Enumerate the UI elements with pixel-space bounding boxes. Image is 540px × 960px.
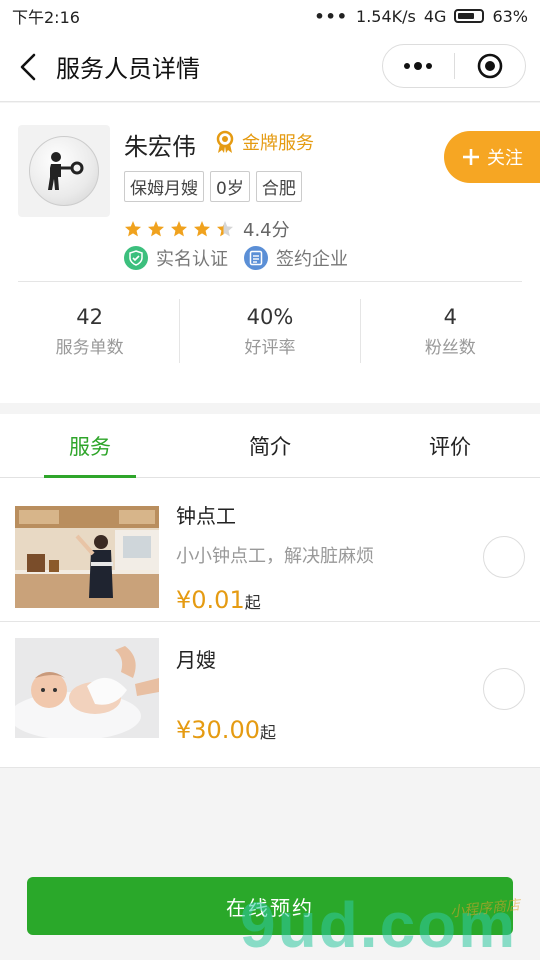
divider — [18, 281, 522, 282]
rating-stars — [124, 220, 234, 238]
cert-contract-company: 签约企业 — [244, 245, 348, 271]
target-circle-icon — [477, 53, 503, 79]
back-arrow-icon — [20, 53, 36, 80]
tag-age: 0岁 — [210, 171, 250, 202]
service-image-maternity — [15, 638, 159, 738]
stat-fans: 4 粉丝数 — [359, 299, 540, 363]
price-unit-maternity: 起 — [259, 723, 276, 742]
gold-service-badge: 金牌服务 — [214, 129, 314, 155]
service-price-maternity: ¥30.00起 — [176, 716, 276, 744]
follow-button[interactable]: 关注 — [444, 131, 540, 183]
rating-score: 4.4分 — [243, 220, 290, 241]
tag-category: 保姆月嫂 — [124, 171, 204, 202]
tab-services[interactable]: 服务 — [0, 414, 180, 478]
service-title-maternity: 月嫂 — [176, 648, 216, 672]
status-time: 下午2:16 — [12, 8, 80, 27]
stat-orders-label: 服务单数 — [55, 337, 124, 358]
more-dots-icon — [404, 62, 433, 70]
worker-tags: 保姆月嫂 0岁 合肥 — [124, 171, 302, 202]
battery-icon — [454, 9, 485, 23]
certifications: 实名认证 签约企业 — [124, 245, 348, 271]
status-indicators: ••• 1.54K/s 4G 63% — [314, 7, 528, 26]
stat-orders-value: 42 — [76, 304, 104, 329]
network-speed: 1.54K/s — [356, 6, 416, 26]
stat-positive-rate-value: 40% — [246, 304, 294, 329]
price-value-maternity: ¥30.00 — [176, 716, 260, 744]
miniprogram-capsule — [382, 44, 526, 88]
cert-contract-company-label: 签约企业 — [276, 249, 348, 270]
service-item-maternity[interactable]: 月嫂 ¥30.00起 — [0, 622, 540, 768]
price-value-hourly: ¥0.01 — [176, 586, 245, 614]
select-radio-maternity[interactable] — [483, 668, 525, 710]
tab-reviews[interactable]: 评价 — [360, 414, 540, 477]
tag-city: 合肥 — [255, 171, 302, 202]
service-price-hourly: ¥0.01起 — [176, 586, 261, 614]
medal-icon — [216, 130, 234, 153]
select-radio-hourly[interactable] — [483, 536, 525, 578]
document-icon — [244, 246, 268, 270]
cert-real-name: 实名认证 — [124, 245, 228, 271]
notification-dots-icon: ••• — [314, 6, 349, 26]
avatar-key-person-icon — [29, 136, 99, 206]
close-miniprogram-button[interactable] — [455, 45, 526, 87]
page-title: 服务人员详情 — [56, 55, 200, 83]
stat-fans-label: 粉丝数 — [424, 337, 476, 358]
star-icon — [171, 221, 187, 237]
follow-label: 关注 — [487, 148, 523, 169]
network-type: 4G — [423, 6, 447, 26]
avatar — [18, 125, 110, 217]
tab-intro[interactable]: 简介 — [180, 414, 360, 477]
service-image-hourly — [15, 506, 159, 608]
status-bar: 下午2:16 ••• 1.54K/s 4G 63% — [0, 0, 540, 32]
nav-bar: 服务人员详情 — [0, 32, 540, 102]
more-button[interactable] — [383, 45, 454, 87]
stat-fans-value: 4 — [443, 304, 457, 329]
rating: 4.4分 — [124, 216, 290, 242]
star-icon — [217, 221, 233, 237]
plus-icon — [463, 149, 479, 165]
profile-card: 朱宏伟 金牌服务 保姆月嫂 0岁 合肥 4.4分 实名认证 签约企业 关注 42… — [0, 103, 540, 403]
worker-name: 朱宏伟 — [124, 133, 196, 161]
price-unit-hourly: 起 — [244, 593, 261, 612]
service-desc-hourly: 小小钟点工，解决脏麻烦 — [176, 546, 374, 567]
stat-positive-rate-label: 好评率 — [244, 337, 296, 358]
service-list: 钟点工 小小钟点工，解决脏麻烦 ¥0.01起 月嫂 ¥30.00起 — [0, 478, 540, 768]
battery-percent: 63% — [492, 6, 528, 26]
shield-check-icon — [124, 246, 148, 270]
service-title-hourly: 钟点工 — [176, 504, 236, 528]
service-item-hourly[interactable]: 钟点工 小小钟点工，解决脏麻烦 ¥0.01起 — [0, 478, 540, 622]
star-icon — [194, 221, 210, 237]
cert-real-name-label: 实名认证 — [156, 249, 228, 270]
stat-orders: 42 服务单数 — [0, 299, 179, 363]
star-icon — [125, 221, 141, 237]
stat-positive-rate: 40% 好评率 — [179, 299, 359, 363]
tab-bar: 服务 简介 评价 — [0, 414, 540, 478]
back-button[interactable] — [0, 32, 56, 102]
stats-row: 42 服务单数 40% 好评率 4 粉丝数 — [0, 299, 540, 363]
gold-service-label: 金牌服务 — [242, 133, 314, 154]
star-icon — [148, 221, 164, 237]
